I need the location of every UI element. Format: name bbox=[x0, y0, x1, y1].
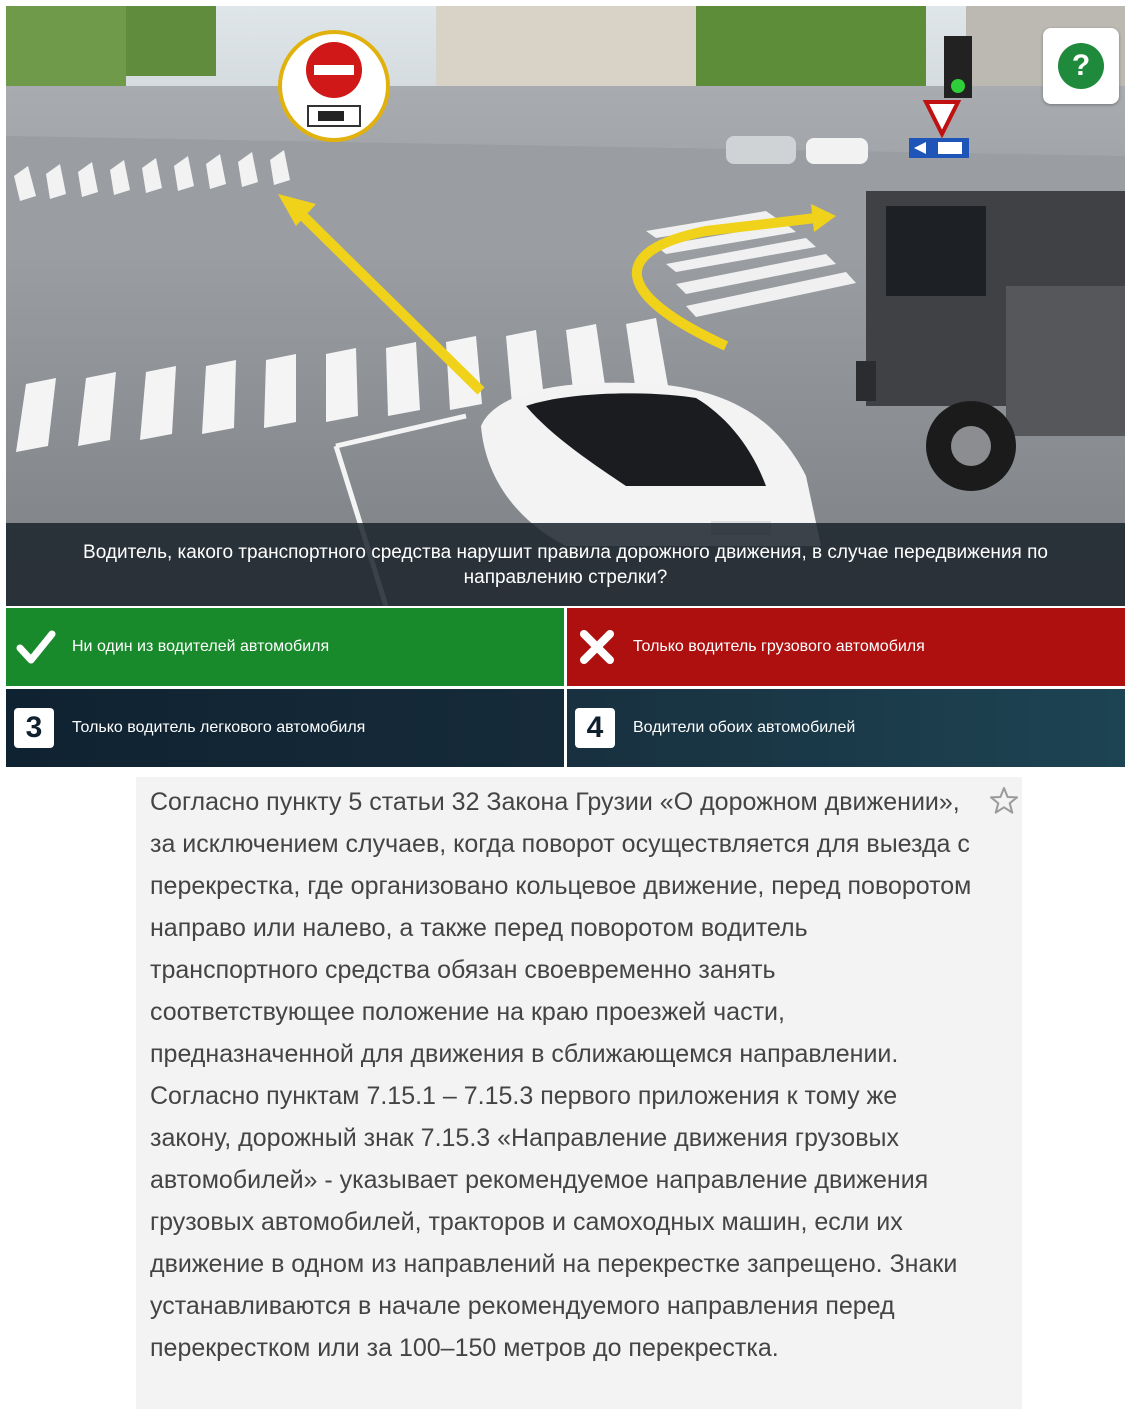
answer-number: 4 bbox=[575, 708, 615, 748]
question-scene: ? Водитель, какого транспортного средств… bbox=[6, 6, 1125, 606]
star-icon[interactable] bbox=[988, 785, 1020, 817]
answer-option-3[interactable]: 3 Только водитель легкового автомобиля bbox=[6, 689, 564, 767]
answer-label: Ни один из водителей автомобиля bbox=[72, 638, 330, 655]
answer-options: Ни один из водителей автомобиля Только в… bbox=[6, 608, 1125, 770]
traffic-light bbox=[944, 36, 972, 98]
truck-direction-sign bbox=[909, 138, 969, 158]
answer-label: Только водитель легкового автомобиля bbox=[72, 719, 366, 736]
explanation-panel: Согласно пункту 5 статьи 32 Закона Грузи… bbox=[136, 777, 1022, 1409]
answer-number: 3 bbox=[14, 708, 54, 748]
answer-option-4[interactable]: 4 Водители обоих автомобилей bbox=[567, 689, 1125, 767]
question-icon: ? bbox=[1058, 43, 1104, 89]
explanation-text: Согласно пункту 5 статьи 32 Закона Грузи… bbox=[150, 788, 972, 1362]
help-button[interactable]: ? bbox=[1043, 28, 1119, 104]
intersection-illustration bbox=[6, 6, 1125, 606]
no-entry-sign-callout bbox=[278, 30, 390, 142]
answer-option-1[interactable]: Ни один из водителей автомобиля bbox=[6, 608, 564, 686]
question-text: Водитель, какого транспортного средства … bbox=[83, 541, 1048, 588]
cross-icon bbox=[575, 625, 619, 669]
answer-label: Только водитель грузового автомобиля bbox=[633, 638, 925, 655]
question-banner: Водитель, какого транспортного средства … bbox=[6, 523, 1125, 606]
answer-label: Водители обоих автомобилей bbox=[633, 719, 856, 736]
check-icon bbox=[14, 625, 58, 669]
answer-option-2[interactable]: Только водитель грузового автомобиля bbox=[567, 608, 1125, 686]
